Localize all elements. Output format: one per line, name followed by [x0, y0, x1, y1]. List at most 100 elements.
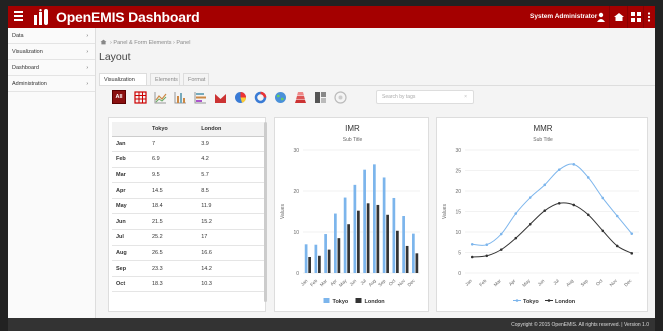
breadcrumb-link[interactable]: Panel & Form Elements	[113, 40, 171, 46]
user-icon[interactable]	[596, 12, 606, 22]
bar-tokyo[interactable]	[382, 177, 386, 273]
x-tick-label: Nov	[609, 278, 619, 288]
map-chart-icon[interactable]	[274, 91, 287, 104]
tab-format[interactable]: Format	[183, 73, 209, 85]
bar-london[interactable]	[347, 224, 350, 273]
table-cell: 8.5	[201, 182, 264, 199]
y-tick-label: 20	[293, 189, 299, 195]
point-london[interactable]	[615, 244, 619, 248]
stacked-chart-icon[interactable]	[314, 91, 327, 104]
bar-chart-icon[interactable]	[194, 91, 207, 104]
sidebar-item-visualization[interactable]: Visualization ›	[8, 44, 95, 60]
bar-london[interactable]	[357, 210, 360, 273]
chart-filter-all-button[interactable]: All	[112, 90, 126, 104]
point-tokyo[interactable]	[528, 196, 532, 199]
custom-chart-icon[interactable]	[334, 91, 347, 104]
point-london[interactable]	[630, 252, 634, 255]
point-tokyo[interactable]	[630, 232, 634, 235]
x-tick-label: Feb	[309, 278, 318, 287]
legend-label[interactable]: Tokyo	[333, 299, 349, 305]
point-tokyo[interactable]	[514, 212, 518, 215]
bar-london[interactable]	[396, 230, 399, 273]
search-tags-input[interactable]: Search by tags ×	[376, 90, 474, 104]
bar-london[interactable]	[386, 214, 389, 273]
point-london[interactable]	[586, 213, 590, 217]
donut-chart-icon[interactable]	[254, 91, 267, 104]
bar-tokyo[interactable]	[363, 169, 366, 273]
legend-label[interactable]: Tokyo	[523, 299, 539, 305]
table-scrollbar[interactable]	[264, 122, 267, 302]
bar-tokyo[interactable]	[324, 234, 327, 273]
point-london[interactable]	[528, 222, 532, 226]
table-cell: 25.2	[152, 229, 202, 246]
bar-tokyo[interactable]	[334, 213, 337, 273]
mmr-chart: MMR Sub Title Values 0 5 10 15 20 25 30 Jan Feb Mar A…	[442, 124, 639, 305]
app-title[interactable]: OpenEMIS Dashboard	[56, 9, 200, 25]
legend-label[interactable]: London	[365, 299, 386, 305]
point-london[interactable]	[470, 255, 474, 259]
bar-london[interactable]	[376, 204, 380, 273]
point-london[interactable]	[557, 202, 561, 205]
line-tokyo[interactable]	[472, 163, 633, 246]
point-london[interactable]	[572, 203, 576, 207]
table-header: Tokyo	[152, 122, 202, 137]
bar-tokyo[interactable]	[402, 216, 405, 273]
sidebar-item-administration[interactable]: Administration ›	[8, 76, 95, 92]
menu-toggle-icon[interactable]	[14, 11, 23, 22]
table-cell: 6.9	[152, 151, 202, 168]
line-london[interactable]	[472, 202, 632, 258]
bar-tokyo[interactable]	[392, 197, 396, 273]
apps-grid-icon[interactable]	[631, 12, 641, 22]
home-icon[interactable]	[100, 39, 107, 45]
bar-tokyo[interactable]	[353, 184, 357, 273]
point-tokyo[interactable]	[499, 232, 503, 236]
point-tokyo[interactable]	[615, 214, 619, 218]
home-icon[interactable]	[614, 12, 624, 22]
y-axis-label: Values	[280, 204, 286, 219]
point-tokyo[interactable]	[543, 183, 547, 187]
table-row: Feb 6.9 4.2	[112, 151, 264, 168]
column-chart-icon[interactable]	[174, 91, 187, 104]
funnel-chart-icon[interactable]	[294, 91, 307, 104]
sidebar-item-label: Administration	[12, 81, 47, 87]
table-chart-icon[interactable]	[134, 91, 147, 104]
tab-visualization[interactable]: Visualization	[99, 73, 147, 85]
pie-chart-icon[interactable]	[234, 91, 247, 104]
bar-london[interactable]	[318, 255, 321, 273]
line-chart-icon[interactable]	[154, 91, 167, 104]
bar-tokyo[interactable]	[373, 164, 376, 273]
openemis-logo-icon[interactable]	[34, 9, 52, 25]
point-london[interactable]	[601, 229, 605, 233]
point-london[interactable]	[485, 254, 489, 258]
bar-london[interactable]	[337, 238, 341, 273]
x-tick-label: Mar	[493, 278, 502, 287]
point-tokyo[interactable]	[572, 163, 576, 166]
point-london[interactable]	[514, 236, 518, 240]
bar-london[interactable]	[415, 253, 419, 273]
bar-london[interactable]	[308, 257, 311, 273]
bar-tokyo[interactable]	[314, 244, 318, 273]
close-icon[interactable]: ×	[464, 94, 467, 100]
point-tokyo[interactable]	[586, 176, 590, 179]
bar-london[interactable]	[327, 249, 331, 273]
point-tokyo[interactable]	[601, 196, 605, 200]
point-tokyo[interactable]	[557, 168, 561, 171]
bar-tokyo[interactable]	[343, 197, 347, 273]
table-row: Jan 7 3.9	[112, 136, 264, 153]
sidebar-item-dashboard[interactable]: Dashboard ›	[8, 60, 95, 76]
more-options-icon[interactable]	[646, 12, 652, 22]
sidebar-item-data[interactable]: Data ›	[8, 28, 95, 44]
legend-label[interactable]: London	[555, 299, 576, 305]
bar-tokyo[interactable]	[304, 244, 308, 273]
user-name[interactable]: System Administrator	[530, 13, 597, 20]
point-london[interactable]	[499, 248, 503, 251]
table-cell: 14.5	[152, 182, 202, 199]
area-chart-icon[interactable]	[214, 91, 227, 104]
point-tokyo[interactable]	[485, 243, 489, 247]
tab-elements[interactable]: Elements	[150, 73, 180, 85]
bar-london[interactable]	[405, 245, 409, 273]
point-london[interactable]	[543, 209, 547, 212]
point-tokyo[interactable]	[470, 243, 474, 246]
bar-london[interactable]	[366, 203, 370, 273]
bar-tokyo[interactable]	[412, 233, 415, 273]
